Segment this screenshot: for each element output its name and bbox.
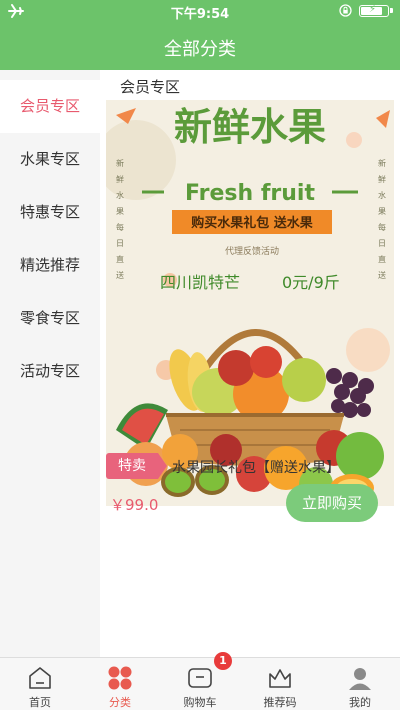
battery-charging-icon: ⚡ <box>359 4 393 17</box>
poster-banner: 购买水果礼包 送水果 <box>191 215 313 231</box>
cart-badge: 1 <box>214 652 232 670</box>
product-poster-image[interactable]: 新鲜水果 Fresh fruit 购买水果礼包 送水果 代理反馈活动 四川凯特芒… <box>106 100 394 506</box>
poster-side-text-left: 新 鲜 水 果 每 日 直 送 <box>116 158 124 280</box>
svg-text:送: 送 <box>378 270 386 280</box>
status-bar: 下午9:54 ⚡ <box>0 0 400 22</box>
sidebar-item-discount-zone[interactable]: 特惠专区 <box>0 186 100 239</box>
svg-text:直: 直 <box>116 254 124 264</box>
svg-text:送: 送 <box>116 270 124 280</box>
cart-icon <box>188 668 212 688</box>
tab-label: 推荐码 <box>263 696 297 709</box>
svg-text:水: 水 <box>378 190 386 200</box>
svg-text:每: 每 <box>378 222 386 232</box>
poster-side-text-right: 新 鲜 水 果 每 日 直 送 <box>378 158 386 280</box>
profile-icon <box>349 668 371 690</box>
svg-text:日: 日 <box>378 239 386 248</box>
svg-text:新: 新 <box>116 158 124 168</box>
svg-text:每: 每 <box>116 222 124 232</box>
tab-label: 分类 <box>109 696 131 709</box>
section-title: 会员专区 <box>120 78 181 96</box>
tab-home[interactable]: 首页 <box>0 658 80 710</box>
sidebar-item-member-zone[interactable]: 会员专区 <box>0 80 100 133</box>
svg-text:水: 水 <box>116 190 124 200</box>
product-price: ￥99.0 <box>110 496 159 514</box>
product-name[interactable]: 水果园长礼包【赠送水果】 <box>172 457 340 477</box>
svg-text:果: 果 <box>378 207 386 216</box>
sidebar-item-snack-zone[interactable]: 零食专区 <box>0 292 100 345</box>
tab-label: 首页 <box>29 696 51 709</box>
home-icon <box>29 667 51 689</box>
svg-text:果: 果 <box>116 207 124 216</box>
category-sidebar: 会员专区 水果专区 特惠专区 精选推荐 零食专区 活动专区 <box>0 70 100 657</box>
svg-text:鲜: 鲜 <box>378 174 386 184</box>
poster-graphic: 新鲜水果 Fresh fruit 购买水果礼包 送水果 代理反馈活动 四川凯特芒… <box>106 105 390 502</box>
poster-subtitle: Fresh fruit <box>185 181 315 206</box>
sidebar-item-featured[interactable]: 精选推荐 <box>0 239 100 292</box>
svg-text:直: 直 <box>378 254 386 264</box>
rotation-lock-icon <box>339 4 352 17</box>
category-icon <box>108 666 132 690</box>
sidebar-item-fruit-zone[interactable]: 水果专区 <box>0 133 100 186</box>
svg-text:日: 日 <box>116 239 124 248</box>
recommend-code-icon <box>269 669 291 688</box>
svg-text:新: 新 <box>378 158 386 168</box>
tab-profile[interactable]: 我的 <box>320 658 400 710</box>
svg-text:鲜: 鲜 <box>116 174 124 184</box>
poster-product-price: 0元/9斤 <box>282 273 340 292</box>
page-title: 全部分类 <box>164 39 236 60</box>
nav-bar: 全部分类 <box>0 22 400 70</box>
bottom-tab-bar: 首页 分类 购物车 1 推荐码 我的 <box>0 652 400 710</box>
buy-now-button[interactable]: 立即购买 <box>286 484 378 522</box>
main-content: 会员专区 新鲜水果 Fresh fruit 购买水果礼包 送水果 代理反馈活动 … <box>100 70 400 657</box>
poster-note: 代理反馈活动 <box>225 245 279 257</box>
special-sale-tag: 特卖 <box>106 453 167 479</box>
sidebar-item-event-zone[interactable]: 活动专区 <box>0 345 100 398</box>
poster-product: 四川凯特芒 <box>160 273 240 292</box>
tab-label: 我的 <box>349 696 371 709</box>
tab-label: 购物车 <box>183 696 217 709</box>
poster-headline: 新鲜水果 <box>174 105 326 149</box>
tab-recommend-code[interactable]: 推荐码 <box>240 658 320 710</box>
tab-category[interactable]: 分类 <box>80 658 160 710</box>
